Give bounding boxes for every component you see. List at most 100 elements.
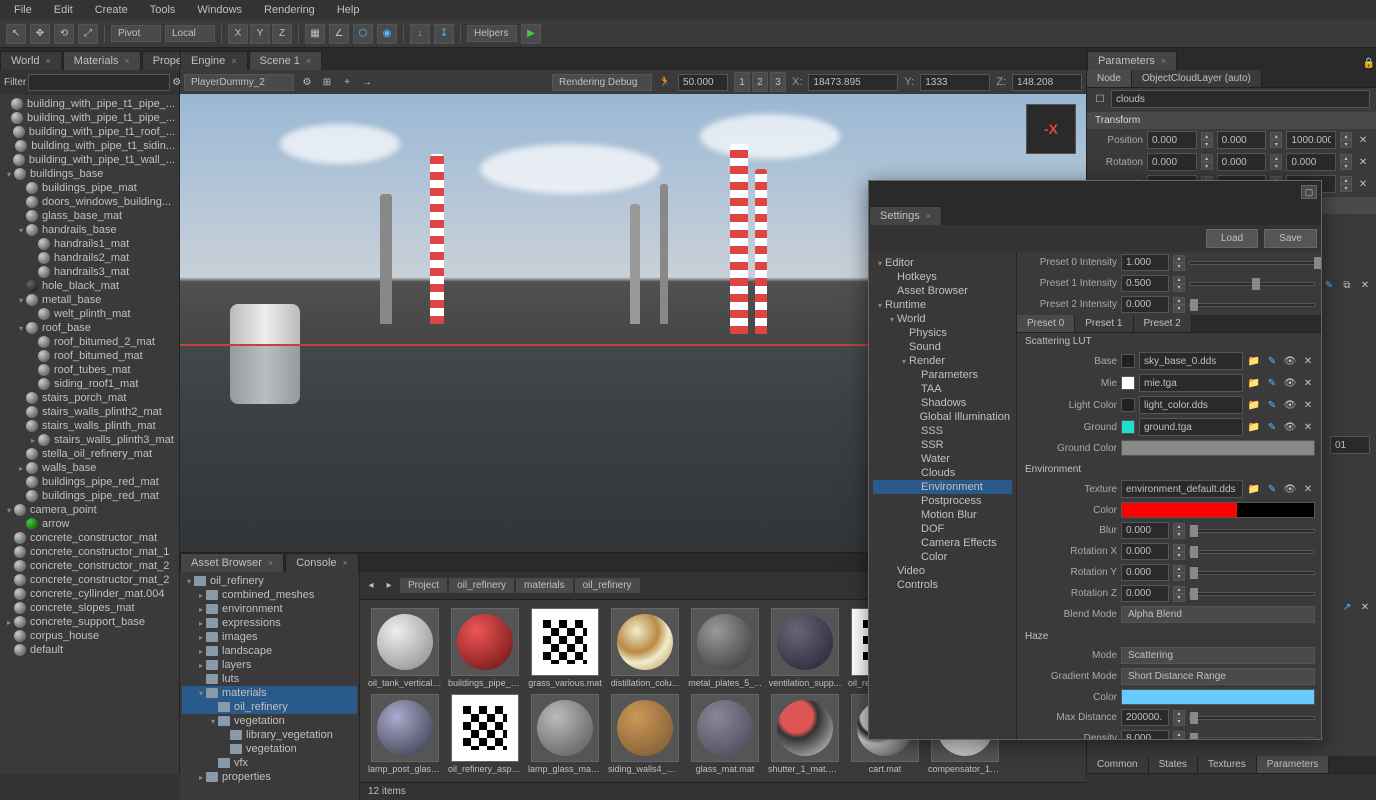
lut-path-input[interactable] <box>1139 396 1243 414</box>
tree-item[interactable]: Sound <box>873 340 1012 354</box>
tree-item[interactable]: library_vegetation <box>182 728 357 742</box>
transform-input[interactable] <box>1147 153 1197 171</box>
tree-item[interactable]: ▸walls_base <box>2 461 177 475</box>
max-distance-input[interactable] <box>1121 709 1169 726</box>
env-value-input[interactable] <box>1121 564 1169 581</box>
lut-color-swatch[interactable] <box>1121 354 1135 368</box>
parameters-tab[interactable]: Parameters× <box>1087 51 1177 70</box>
tree-item[interactable]: concrete_cyllinder_mat.004 <box>2 587 177 601</box>
tool-icon-3[interactable]: ✕ <box>1358 278 1372 292</box>
tree-item[interactable]: SSS <box>873 424 1012 438</box>
tree-item[interactable]: handrails3_mat <box>2 265 177 279</box>
tree-item[interactable]: ▸environment <box>182 602 357 616</box>
tree-item[interactable]: hole_black_mat <box>2 279 177 293</box>
tree-item[interactable]: Asset Browser <box>873 284 1012 298</box>
edit-icon[interactable]: ✎ <box>1265 482 1279 496</box>
menu-edit[interactable]: Edit <box>44 2 83 18</box>
tree-item[interactable]: concrete_constructor_mat_1 <box>2 545 177 559</box>
blend-mode-dropdown[interactable]: Alpha Blend <box>1121 606 1315 623</box>
tool-icon-1[interactable]: ✎ <box>1322 278 1336 292</box>
asset-item[interactable]: oil_tank_vertical_... <box>368 608 442 688</box>
tree-item[interactable]: building_with_pipe_t1_wall_... <box>2 153 177 167</box>
breadcrumb-3[interactable]: oil_refinery <box>575 578 640 593</box>
view-icon[interactable]: 👁 <box>1283 376 1297 390</box>
tree-item[interactable]: ▸stairs_walls_plinth3_mat <box>2 433 177 447</box>
breadcrumb-1[interactable]: oil_refinery <box>449 578 514 593</box>
tree-item[interactable]: ▾Runtime <box>873 298 1012 312</box>
settings-tab[interactable]: Settings× <box>869 206 942 225</box>
bottom-subtab-0[interactable]: Common <box>1087 756 1149 773</box>
transform-input[interactable] <box>1147 131 1197 149</box>
folder-icon[interactable]: 📁 <box>1247 376 1261 390</box>
transform-input[interactable] <box>1286 153 1336 171</box>
place-tool[interactable]: ↧ <box>434 24 454 44</box>
menu-windows[interactable]: Windows <box>187 2 252 18</box>
env-slider-track[interactable] <box>1189 592 1315 596</box>
clear-icon[interactable]: ✕ <box>1301 354 1315 368</box>
tree-item[interactable]: handrails1_mat <box>2 237 177 251</box>
tree-item[interactable]: ▾oil_refinery <box>182 574 357 588</box>
extra-input[interactable] <box>1330 436 1370 454</box>
asset-item[interactable]: buildings_pipe_re... <box>448 608 522 688</box>
tree-item[interactable]: Motion Blur <box>873 508 1012 522</box>
tree-item[interactable]: concrete_slopes_mat <box>2 601 177 615</box>
asset-item[interactable]: grass_various.mat <box>528 608 602 688</box>
transform-input[interactable] <box>1286 131 1336 149</box>
tree-item[interactable]: glass_base_mat <box>2 209 177 223</box>
render-mode-dropdown[interactable]: Rendering Debug <box>552 74 652 91</box>
breadcrumb-0[interactable]: Project <box>400 578 447 593</box>
lut-color-swatch[interactable] <box>1121 420 1135 434</box>
tree-item[interactable]: stella_oil_refinery_mat <box>2 447 177 461</box>
load-button[interactable]: Load <box>1206 229 1258 248</box>
clear-icon[interactable]: ✕ <box>1301 376 1315 390</box>
tree-item[interactable]: vfx <box>182 756 357 770</box>
preset-slider[interactable] <box>1189 282 1315 286</box>
rotate-tool[interactable]: ⟲ <box>54 24 74 44</box>
env-slider-track[interactable] <box>1189 571 1315 575</box>
pin-icon[interactable]: 🔒 <box>1362 56 1376 70</box>
tree-item[interactable]: ▾handrails_base <box>2 223 177 237</box>
clear-icon[interactable]: ✕ <box>1301 398 1315 412</box>
reset-icon[interactable]: ✕ <box>1356 133 1370 147</box>
tree-item[interactable]: building_with_pipe_t1_pipe_... <box>2 111 177 125</box>
tree-item[interactable]: ▾vegetation <box>182 714 357 728</box>
asset-item[interactable]: ventilation_supp... <box>768 608 842 688</box>
env-color-swatch[interactable] <box>1121 502 1315 518</box>
tool-icon-4[interactable]: ↗ <box>1340 600 1354 614</box>
asset-item[interactable]: lamp_post_glass_... <box>368 694 442 774</box>
window-close-icon[interactable]: ▢ <box>1301 185 1317 199</box>
tree-item[interactable]: concrete_constructor_mat <box>2 531 177 545</box>
density-input[interactable] <box>1121 730 1169 739</box>
scene-tab-1[interactable]: Scene 1× <box>249 51 323 70</box>
tree-item[interactable]: buildings_pipe_mat <box>2 181 177 195</box>
tree-item[interactable]: stairs_walls_plinth2_mat <box>2 405 177 419</box>
density-slider[interactable] <box>1189 737 1315 740</box>
tree-item[interactable]: TAA <box>873 382 1012 396</box>
reset-icon[interactable]: ✕ <box>1356 177 1370 191</box>
tree-item[interactable]: stairs_porch_mat <box>2 391 177 405</box>
env-slider-track[interactable] <box>1189 550 1315 554</box>
tree-item[interactable]: Hotkeys <box>873 270 1012 284</box>
tool-icon-2[interactable]: ⧉ <box>1340 278 1354 292</box>
transform-input[interactable] <box>1217 131 1267 149</box>
tree-item[interactable]: corpus_house <box>2 629 177 643</box>
camera-settings-icon[interactable]: ⚙ <box>300 75 314 89</box>
tree-item[interactable]: DOF <box>873 522 1012 536</box>
left-tab-0[interactable]: World× <box>0 51 62 70</box>
tree-item[interactable]: ▸expressions <box>182 616 357 630</box>
tree-item[interactable]: ▾materials <box>182 686 357 700</box>
asset-item[interactable]: oil_refinery_asph... <box>448 694 522 774</box>
tree-item[interactable]: SSR <box>873 438 1012 452</box>
tree-item[interactable]: Postprocess <box>873 494 1012 508</box>
viewport-gizmo[interactable]: -X <box>1026 104 1076 154</box>
snap-grid[interactable]: ▦ <box>305 24 325 44</box>
drop-down-tool[interactable]: ↓ <box>410 24 430 44</box>
tree-item[interactable]: Clouds <box>873 466 1012 480</box>
tree-item[interactable]: concrete_constructor_mat_2 <box>2 573 177 587</box>
transform-input[interactable] <box>1217 153 1267 171</box>
preset-value-input[interactable] <box>1121 254 1169 271</box>
preset-tab-1[interactable]: Preset 1 <box>1075 315 1133 332</box>
preset-slider[interactable] <box>1189 261 1315 265</box>
tree-item[interactable]: Color <box>873 550 1012 564</box>
tree-item[interactable]: ▸landscape <box>182 644 357 658</box>
